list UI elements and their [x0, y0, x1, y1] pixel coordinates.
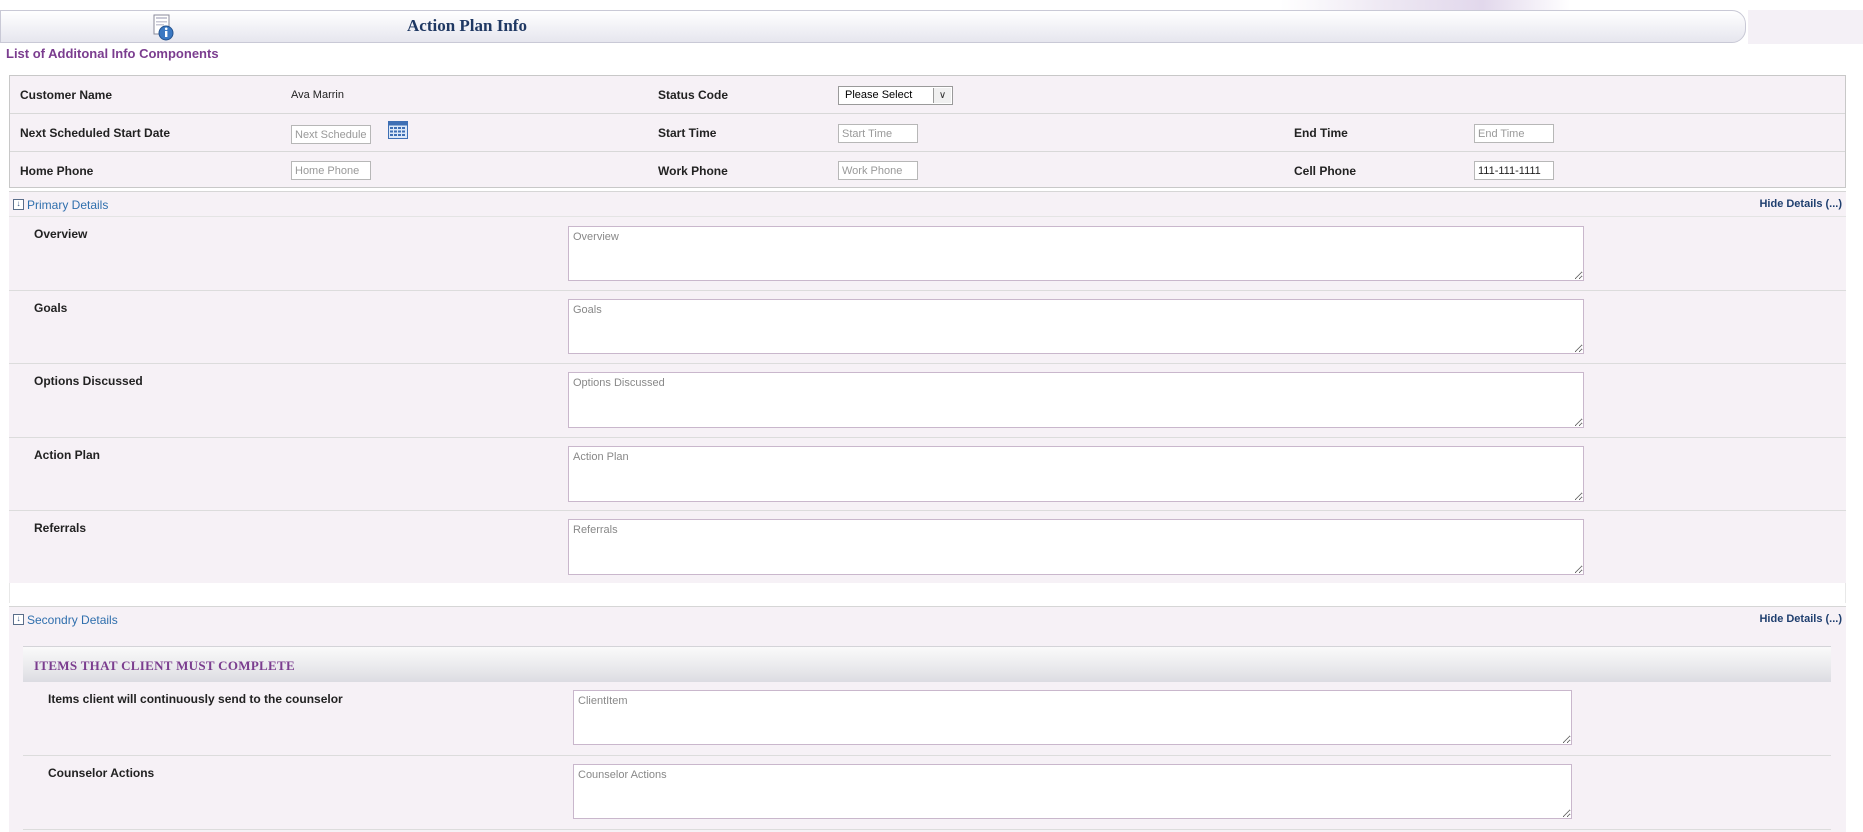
start-time-input[interactable] — [838, 124, 918, 143]
page-title: Action Plan Info — [407, 16, 527, 35]
info-document-icon — [152, 14, 176, 42]
info-row-phones: Home Phone Work Phone Cell Phone — [10, 152, 1845, 189]
overview-row: Overview — [9, 217, 1846, 291]
work-phone-label: Work Phone — [658, 164, 728, 178]
title-bar-right-fill — [1748, 10, 1863, 44]
client-item-textarea[interactable] — [573, 690, 1572, 745]
overview-label: Overview — [34, 227, 88, 241]
cell-phone-label: Cell Phone — [1294, 164, 1357, 178]
cell-phone-input[interactable] — [1474, 161, 1554, 180]
secondary-details-body: ITEMS THAT CLIENT MUST COMPLETE Items cl… — [9, 630, 1846, 832]
options-discussed-label: Options Discussed — [34, 374, 143, 388]
info-row-customer: Customer Name Ava Marrin Status Code Ple… — [10, 76, 1845, 114]
chevron-down-icon: ∨ — [933, 88, 951, 103]
goals-label: Goals — [34, 301, 68, 315]
client-items-heading: ITEMS THAT CLIENT MUST COMPLETE — [34, 658, 295, 673]
title-bar — [0, 10, 1746, 43]
goals-row: Goals — [9, 291, 1846, 364]
secondary-details-header: ↓ Secondry Details Hide Details (...) — [9, 606, 1846, 632]
components-list-title: List of Additonal Info Components — [6, 46, 219, 61]
status-code-select[interactable]: Please Select ∨ — [838, 86, 953, 105]
info-row-schedule: Next Scheduled Start Date Start Time End… — [10, 114, 1845, 152]
referrals-label: Referrals — [34, 521, 87, 535]
collapse-chevron-icon[interactable]: ↓ — [13, 199, 24, 210]
start-time-label: Start Time — [658, 126, 717, 140]
status-code-selected-value: Please Select — [845, 89, 913, 101]
primary-hide-details-link[interactable]: Hide Details (...) — [1759, 198, 1842, 210]
action-plan-row: Action Plan — [9, 438, 1846, 511]
client-items-heading-bar: ITEMS THAT CLIENT MUST COMPLETE — [23, 646, 1831, 682]
customer-name-label: Customer Name — [20, 88, 113, 102]
customer-name-value: Ava Marrin — [291, 89, 344, 101]
work-phone-input[interactable] — [838, 161, 918, 180]
action-plan-textarea[interactable] — [568, 446, 1584, 502]
goals-textarea[interactable] — [568, 299, 1584, 354]
end-time-label: End Time — [1294, 126, 1348, 140]
status-code-label: Status Code — [658, 88, 729, 102]
next-start-date-input[interactable] — [291, 125, 371, 144]
referrals-textarea[interactable] — [568, 519, 1584, 575]
home-phone-input[interactable] — [291, 161, 371, 180]
referrals-row: Referrals — [9, 511, 1846, 584]
client-item-row: Items client will continuously send to t… — [23, 682, 1831, 756]
end-time-input[interactable] — [1474, 124, 1554, 143]
counselor-actions-row: Counselor Actions — [23, 756, 1831, 830]
primary-details-header: ↓ Primary Details Hide Details (...) — [9, 191, 1846, 217]
client-item-label: Items client will continuously send to t… — [48, 692, 343, 706]
section-spacer — [9, 583, 1846, 603]
collapse-chevron-icon[interactable]: ↓ — [13, 614, 24, 625]
primary-details-toggle-link[interactable]: Primary Details — [27, 198, 108, 212]
options-discussed-row: Options Discussed — [9, 364, 1846, 438]
secondary-details-toggle-link[interactable]: Secondry Details — [27, 613, 118, 627]
header-decoration — [1280, 0, 1570, 10]
overview-textarea[interactable] — [568, 226, 1584, 281]
action-plan-label: Action Plan — [34, 448, 101, 462]
calendar-icon[interactable] — [388, 121, 408, 139]
options-discussed-textarea[interactable] — [568, 372, 1584, 428]
secondary-hide-details-link[interactable]: Hide Details (...) — [1759, 613, 1842, 625]
home-phone-label: Home Phone — [20, 164, 94, 178]
counselor-actions-textarea[interactable] — [573, 764, 1572, 819]
customer-info-panel: Customer Name Ava Marrin Status Code Ple… — [9, 75, 1846, 188]
next-start-date-label: Next Scheduled Start Date — [20, 126, 171, 140]
counselor-actions-label: Counselor Actions — [48, 766, 155, 780]
